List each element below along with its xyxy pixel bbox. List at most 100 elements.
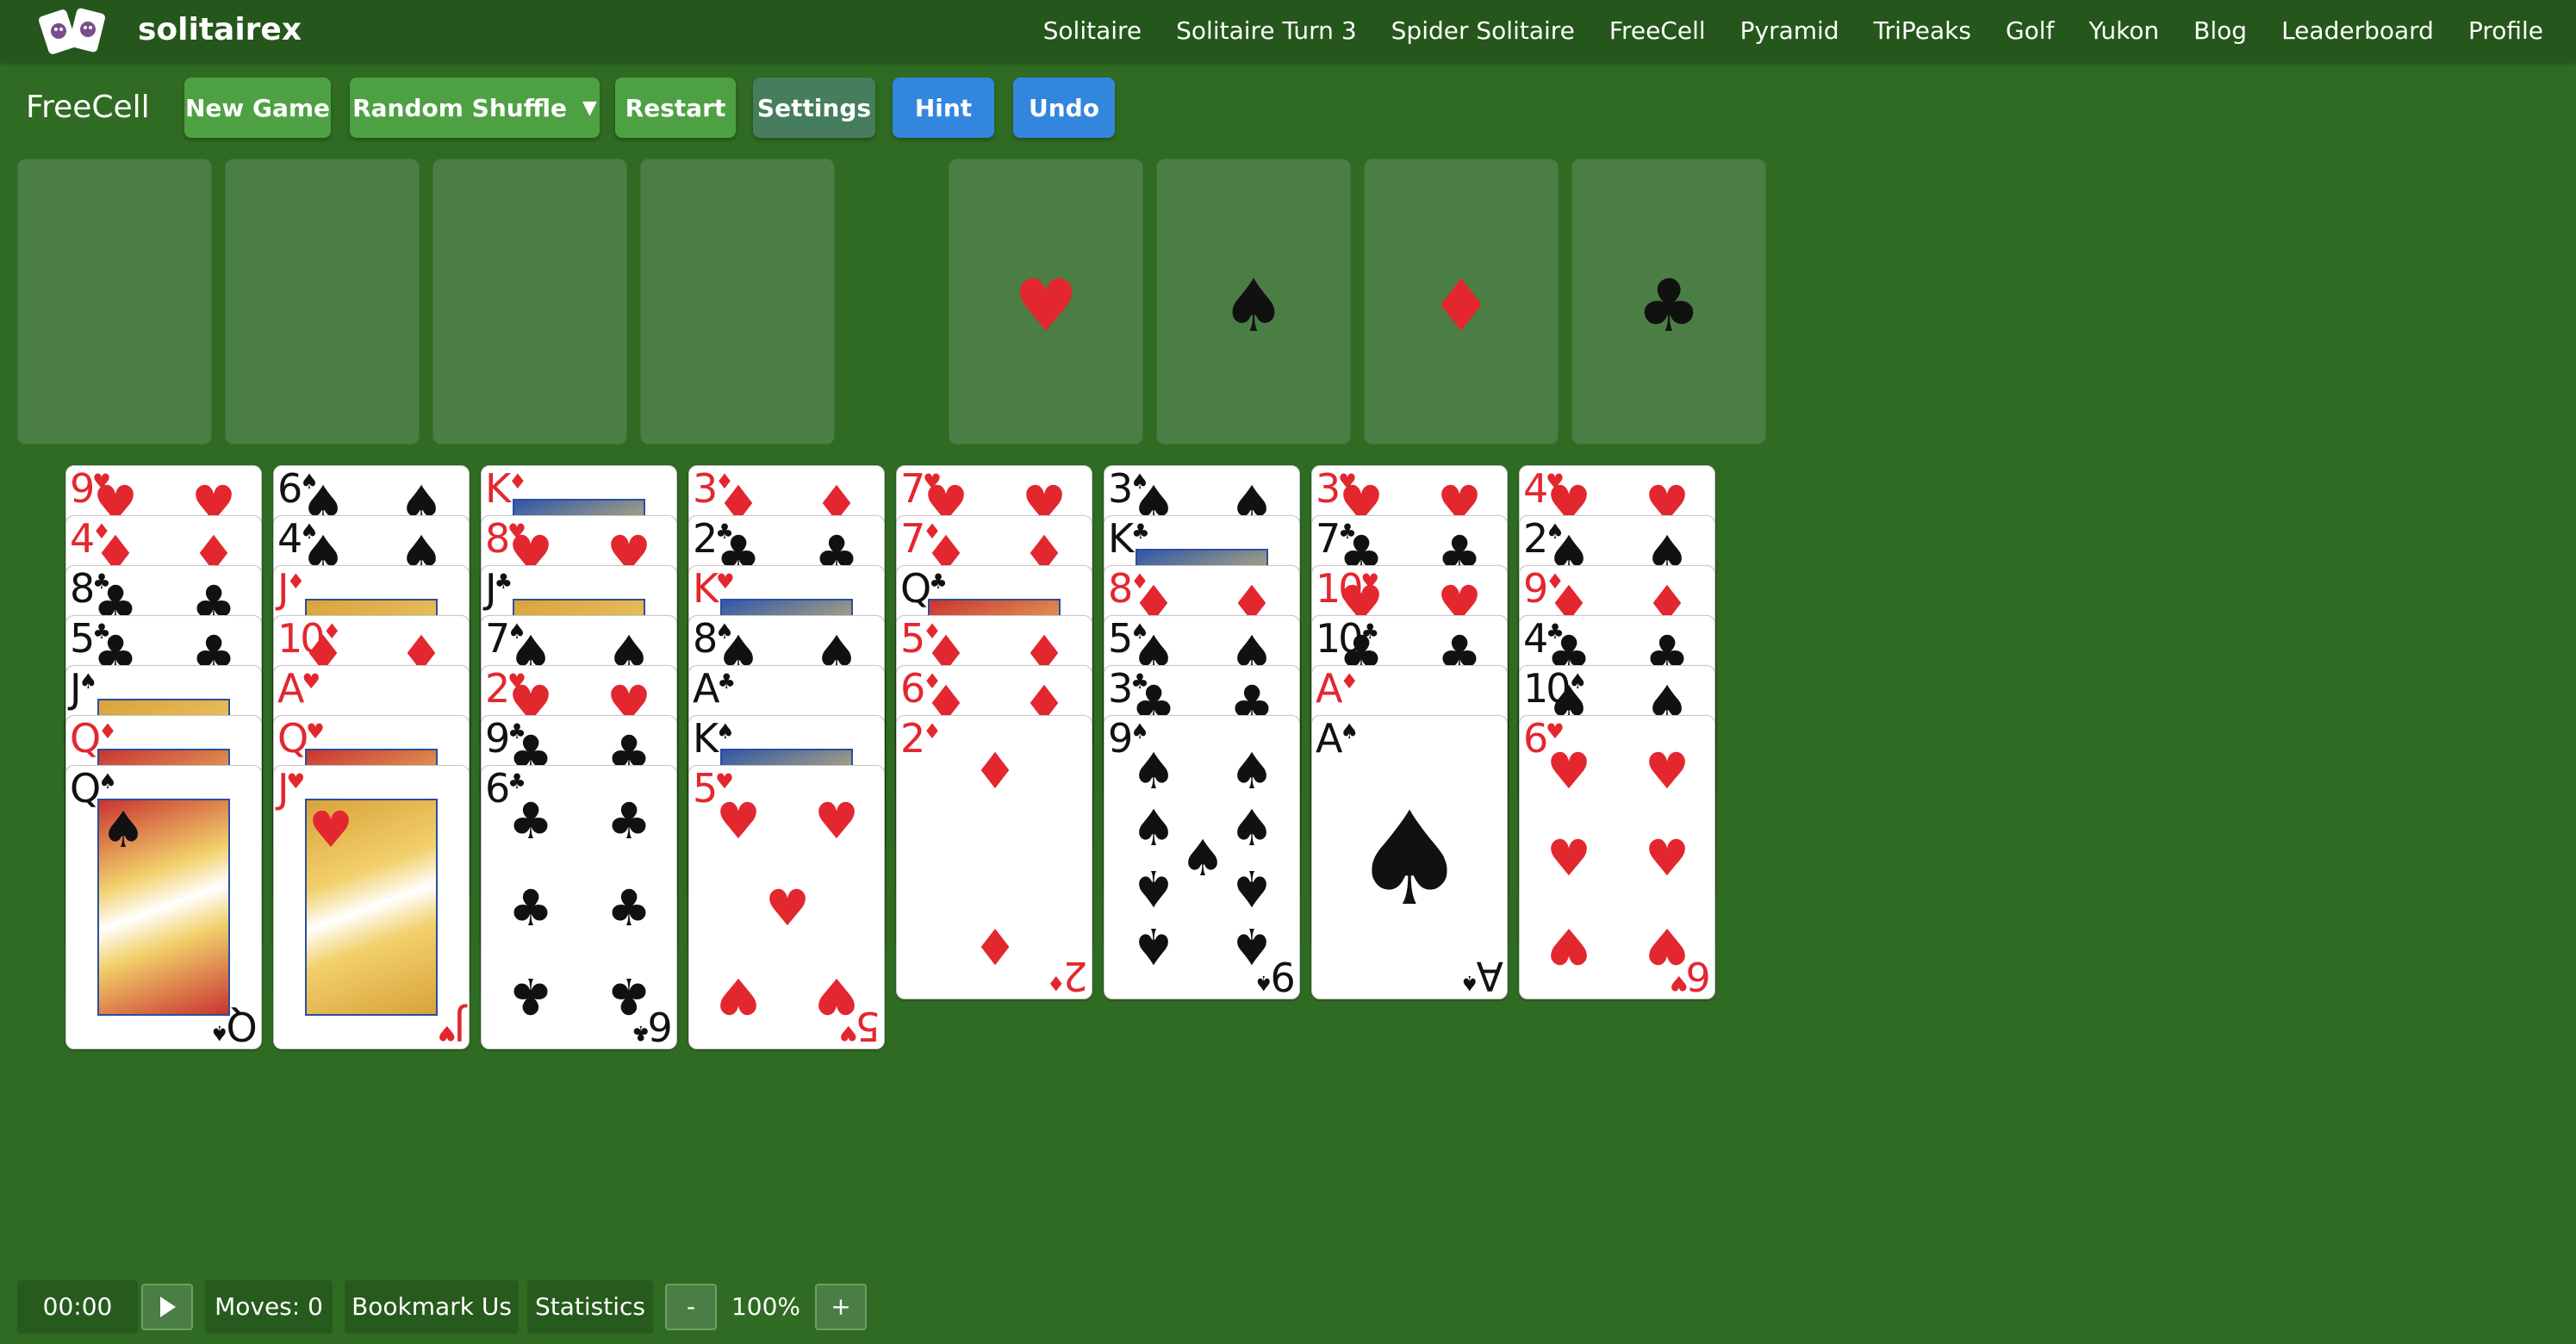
top-navigation: solitairex Solitaire Solitaire Turn 3 Spid… — [0, 0, 2576, 62]
card-suit-icon: ♦ — [508, 470, 527, 494]
foundation-clubs[interactable]: ♣ — [1571, 159, 1766, 445]
card-suit-bottom-icon: ♦ — [1047, 971, 1066, 995]
card-suit-icon: ♥ — [715, 769, 734, 793]
card-rank-bottom: J — [456, 1003, 465, 1049]
card-index-bottom: 5♥ — [839, 1003, 880, 1049]
card-6-of-hearts[interactable]: 6♥ ♥ ♥ ♥ ♥ ♥ ♥ 6♥ — [1519, 715, 1715, 999]
card-2-of-diamonds[interactable]: 2♦ ♦ ♦ 2♦ — [896, 715, 1092, 999]
card-suit-bottom-icon: ♥ — [437, 1021, 457, 1045]
card-suit-icon: ♣ — [929, 569, 948, 594]
face-suit-icon: ♥ — [308, 800, 353, 859]
free-cell-1[interactable] — [17, 159, 212, 445]
card-suit-bottom-icon: ♠ — [1254, 971, 1273, 995]
restart-button[interactable]: Restart — [615, 78, 736, 138]
timer: 00:00 — [17, 1280, 138, 1334]
card-index-bottom: 2♦ — [1047, 953, 1088, 999]
nav-link-pyramid[interactable]: Pyramid — [1740, 14, 1839, 48]
card-rank-bottom: 9 — [1272, 953, 1296, 999]
free-cell-4[interactable] — [640, 159, 835, 445]
pip-icon: ♥ — [716, 791, 761, 850]
card-rank: K — [693, 565, 719, 612]
zoom-level: 100% — [731, 1292, 801, 1321]
diamond-icon: ♦ — [1428, 264, 1494, 348]
nav-link-blog[interactable]: Blog — [2193, 14, 2247, 48]
pip-icon: ♥ — [1546, 741, 1591, 800]
new-game-button[interactable]: New Game — [184, 78, 331, 138]
card-index: A♦ — [1316, 666, 1359, 711]
nav-link-leaderboard[interactable]: Leaderboard — [2281, 14, 2434, 48]
card-suit-bottom-icon: ♠ — [210, 1021, 229, 1045]
main-nav: Solitaire Solitaire Turn 3 Spider Solitair… — [1043, 14, 2543, 48]
pip-icon: ♠ — [1131, 916, 1176, 975]
foundation-spades[interactable]: ♠ — [1156, 159, 1351, 445]
settings-button[interactable]: Settings — [753, 78, 875, 138]
free-cell-2[interactable] — [225, 159, 420, 445]
nav-link-solitaire-turn-3[interactable]: Solitaire Turn 3 — [1176, 14, 1356, 48]
card-suit-icon: ♠ — [1340, 719, 1359, 744]
nav-link-profile[interactable]: Profile — [2468, 14, 2543, 48]
card-suit-bottom-icon: ♥ — [1670, 971, 1689, 995]
foundation-diamonds[interactable]: ♦ — [1364, 159, 1559, 445]
nav-link-golf[interactable]: Golf — [2006, 14, 2054, 48]
card-suit-icon: ♥ — [286, 769, 306, 793]
zoom-in-button[interactable]: + — [815, 1284, 867, 1330]
card-index: J♠ — [70, 666, 97, 711]
card-a-of-spades[interactable]: A♠ ♠ A♠ — [1311, 715, 1508, 999]
pip-icon: ♣ — [607, 791, 651, 850]
card-rank: K — [485, 465, 511, 512]
statistics-button[interactable]: Statistics — [527, 1280, 653, 1334]
card-j-of-hearts[interactable]: J♥ ♥ J♥ — [273, 765, 470, 1049]
card-suit-icon: ♠ — [1130, 719, 1149, 744]
pip-icon: ♦ — [973, 741, 1017, 800]
random-shuffle-dropdown[interactable]: Random Shuffle ▼ — [350, 78, 600, 138]
card-index-bottom: J♥ — [437, 1003, 465, 1049]
club-icon: ♣ — [1636, 264, 1702, 348]
play-icon — [160, 1297, 176, 1317]
card-suit-icon: ♣ — [1131, 520, 1150, 544]
card-rank-bottom: Q — [228, 1003, 258, 1049]
hint-button[interactable]: Hint — [893, 78, 994, 138]
ace-pip-icon: ♠ — [1351, 785, 1468, 935]
card-index-bottom: A♠ — [1460, 953, 1503, 999]
nav-link-yukon[interactable]: Yukon — [2088, 14, 2159, 48]
moves-counter: Moves: 0 — [205, 1280, 333, 1334]
brand-name[interactable]: solitairex — [138, 10, 302, 50]
card-suit-icon: ♥ — [716, 569, 735, 594]
foundation-hearts[interactable]: ♥ — [949, 159, 1143, 445]
pip-icon: ♣ — [607, 879, 651, 937]
free-cell-3[interactable] — [432, 159, 627, 445]
pip-icon: ♣ — [508, 791, 553, 850]
card-rank-bottom: 6 — [650, 1003, 673, 1049]
nav-link-spider-solitaire[interactable]: Spider Solitaire — [1391, 14, 1575, 48]
card-5-of-hearts[interactable]: 5♥ ♥ ♥ ♥ ♥ ♥ 5♥ — [688, 765, 885, 1049]
card-rank-bottom: 2 — [1065, 953, 1088, 999]
game-title: FreeCell — [26, 90, 150, 125]
card-rank: J — [277, 765, 289, 812]
zoom-out-button[interactable]: - — [665, 1284, 717, 1330]
nav-link-tripeaks[interactable]: TriPeaks — [1874, 14, 1971, 48]
play-button[interactable] — [141, 1284, 193, 1330]
bookmark-us-button[interactable]: Bookmark Us — [345, 1280, 519, 1334]
nav-link-freecell[interactable]: FreeCell — [1609, 14, 1706, 48]
card-6-of-clubs[interactable]: 6♣ ♣ ♣ ♣ ♣ ♣ ♣ 6♣ — [481, 765, 677, 1049]
card-suit-icon: ♥ — [1546, 719, 1565, 744]
card-suit-icon: ♦ — [1340, 669, 1359, 694]
card-rank: A — [277, 665, 305, 712]
card-suit-icon: ♠ — [98, 769, 117, 793]
card-q-of-spades[interactable]: Q♠ ♠ Q♠ — [65, 765, 262, 1049]
card-rank: J — [70, 665, 81, 712]
card-suit-icon: ♦ — [923, 719, 942, 744]
card-index: J♦ — [277, 566, 305, 611]
card-suit-icon: ♥ — [306, 719, 325, 744]
card-rank: K — [693, 715, 719, 762]
card-9-of-spades[interactable]: 9♠ ♠ ♠ ♠ ♠ ♠ ♠ ♠ ♠ ♠ 9♠ — [1104, 715, 1300, 999]
card-suit-icon: ♦ — [98, 719, 117, 744]
pip-icon: ♠ — [1229, 858, 1274, 918]
face-suit-icon: ♠ — [101, 800, 146, 859]
card-rank: A — [1316, 665, 1343, 712]
nav-link-solitaire[interactable]: Solitaire — [1043, 14, 1142, 48]
card-rank-bottom: 5 — [857, 1003, 880, 1049]
undo-button[interactable]: Undo — [1013, 78, 1115, 138]
pip-icon: ♦ — [973, 916, 1017, 975]
playing-cards-logo-icon[interactable] — [38, 5, 110, 57]
